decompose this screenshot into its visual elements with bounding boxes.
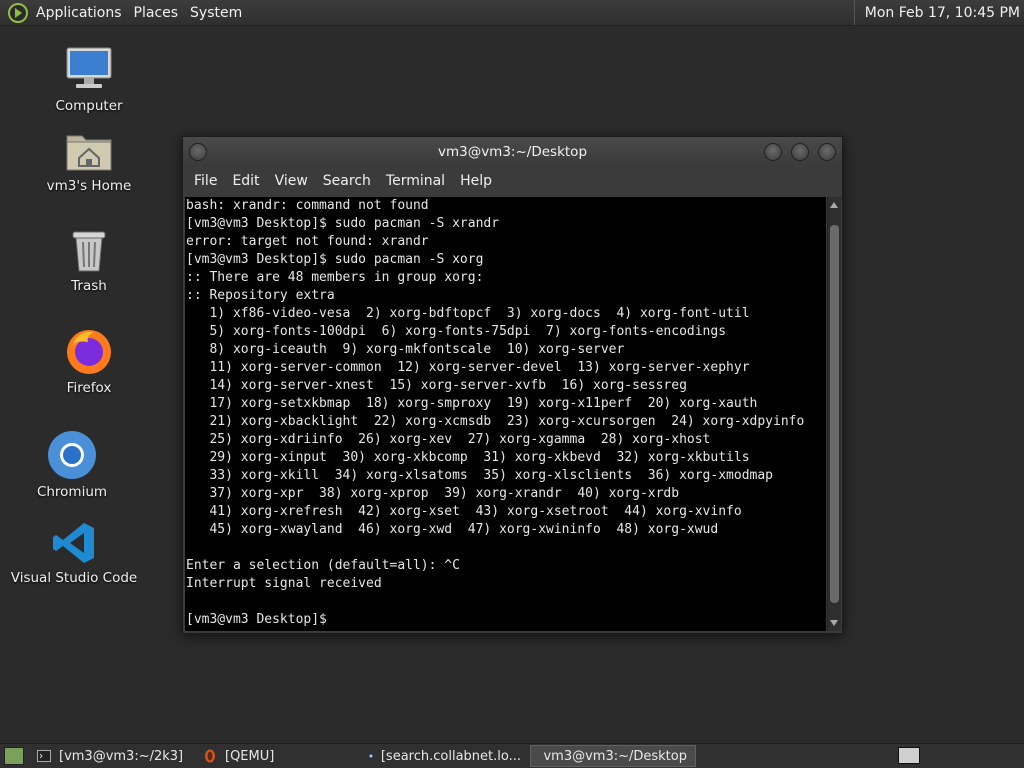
- menu-file[interactable]: File: [187, 173, 225, 189]
- terminal-line: bash: xrandr: command not found: [186, 198, 429, 213]
- terminal-line: 8) xorg-iceauth 9) xorg-mkfontscale 10) …: [186, 342, 625, 357]
- terminal-line: Enter a selection (default=all): ^C: [186, 558, 460, 573]
- desktop-icon-trash[interactable]: Trash: [24, 228, 154, 294]
- top-menu: Applications Places System: [30, 5, 248, 21]
- terminal-line: 29) xorg-xinput 30) xorg-xkbcomp 31) xor…: [186, 450, 750, 465]
- terminal-line: :: There are 48 members in group xorg:: [186, 270, 484, 285]
- menu-system[interactable]: System: [184, 5, 248, 21]
- terminal-line: [vm3@vm3 Desktop]$ sudo pacman -S xorg: [186, 252, 484, 267]
- window-menu-button[interactable]: [189, 143, 207, 161]
- chromium-icon: [369, 754, 373, 758]
- desktop-icon-computer[interactable]: Computer: [24, 44, 154, 114]
- menu-search[interactable]: Search: [316, 173, 379, 189]
- taskbar-item-label: [vm3@vm3:~/2k3]: [59, 748, 184, 764]
- terminal-scrollbar[interactable]: [827, 197, 841, 631]
- taskbar-item-terminal-2k3[interactable]: [vm3@vm3:~/2k3]: [32, 745, 198, 767]
- desktop-icon-label: Chromium: [36, 484, 108, 500]
- terminal-line: 5) xorg-fonts-100dpi 6) xorg-fonts-75dpi…: [186, 324, 727, 339]
- minimize-button[interactable]: [764, 143, 782, 161]
- terminal-line: Interrupt signal received: [186, 576, 382, 591]
- terminal-line: 11) xorg-server-common 12) xorg-server-d…: [186, 360, 750, 375]
- menu-edit[interactable]: Edit: [225, 173, 267, 189]
- scroll-up-arrow-icon[interactable]: [830, 202, 838, 208]
- terminal-line: 14) xorg-server-xnest 15) xorg-server-xv…: [186, 378, 687, 393]
- terminal-line: [vm3@vm3 Desktop]$ sudo pacman -S xrandr: [186, 216, 500, 231]
- terminal-menubar: File Edit View Search Terminal Help: [183, 167, 842, 195]
- terminal-line: 21) xorg-xbacklight 22) xorg-xcmsdb 23) …: [186, 414, 805, 429]
- taskbar-item-label: [search.collabnet.lo...: [380, 748, 521, 764]
- menu-help[interactable]: Help: [453, 173, 500, 189]
- desktop-icon-label: vm3's Home: [46, 178, 132, 194]
- chromium-icon: [48, 431, 96, 479]
- terminal-line: 25) xorg-xdriinfo 26) xorg-xev 27) xorg-…: [186, 432, 711, 447]
- terminal-line: 17) xorg-setxkbmap 18) xorg-smproxy 19) …: [186, 396, 758, 411]
- desktop-icon-label: Visual Studio Code: [10, 570, 138, 586]
- bottom-taskbar: [vm3@vm3:~/2k3] [QEMU] [search.collabnet…: [0, 743, 1024, 768]
- terminal-window[interactable]: vm3@vm3:~/Desktop File Edit View Search …: [182, 136, 843, 634]
- vscode-icon: [53, 523, 94, 563]
- distro-logo-icon[interactable]: [8, 2, 28, 23]
- firefox-icon: [67, 330, 111, 374]
- terminal-line: 45) xorg-xwayland 46) xorg-xwd 47) xorg-…: [186, 522, 719, 537]
- taskbar-item-terminal-desktop[interactable]: vm3@vm3:~/Desktop: [530, 745, 696, 767]
- desktop-icon-firefox[interactable]: Firefox: [24, 326, 154, 396]
- terminal-output[interactable]: bash: xrandr: command not found [vm3@vm3 …: [185, 197, 826, 631]
- scrollbar-thumb[interactable]: [830, 225, 839, 603]
- desktop-icon-label: Computer: [55, 98, 123, 114]
- desktop-icon-home[interactable]: vm3's Home: [24, 128, 154, 194]
- close-button[interactable]: [818, 143, 836, 161]
- terminal-line: [vm3@vm3 Desktop]$: [186, 612, 335, 627]
- taskbar-item-label: vm3@vm3:~/Desktop: [543, 748, 687, 764]
- window-title: vm3@vm3:~/Desktop: [437, 144, 588, 160]
- workspace-switcher[interactable]: [898, 747, 920, 764]
- desktop-icon-label: Trash: [71, 278, 107, 294]
- menu-terminal[interactable]: Terminal: [379, 173, 453, 189]
- terminal-line: 33) xorg-xkill 34) xorg-xlsatoms 35) xor…: [186, 468, 773, 483]
- desktop-icon-vscode[interactable]: Visual Studio Code: [9, 520, 139, 586]
- show-desktop-icon[interactable]: [4, 747, 24, 765]
- terminal-line: 1) xf86-video-vesa 2) xorg-bdftopcf 3) x…: [186, 306, 750, 321]
- window-titlebar[interactable]: vm3@vm3:~/Desktop: [183, 137, 842, 167]
- qemu-icon: [205, 749, 215, 763]
- top-panel: Applications Places System Mon Feb 17, 1…: [0, 0, 1024, 26]
- trash-icon: [72, 231, 106, 272]
- computer-icon: [66, 47, 112, 88]
- terminal-line: 41) xorg-xrefresh 42) xorg-xset 43) xorg…: [186, 504, 742, 519]
- maximize-button[interactable]: [791, 143, 809, 161]
- taskbar-item-chromium[interactable]: [search.collabnet.lo...: [364, 745, 530, 767]
- taskbar-item-qemu[interactable]: [QEMU]: [198, 745, 364, 767]
- taskbar-item-label: [QEMU]: [225, 748, 275, 764]
- menu-view[interactable]: View: [268, 173, 316, 189]
- terminal-line: :: Repository extra: [186, 288, 335, 303]
- terminal-icon: [37, 750, 51, 762]
- desktop-icon-label: Firefox: [66, 380, 112, 396]
- clock[interactable]: Mon Feb 17, 10:45 PM: [853, 0, 1024, 25]
- terminal-line: 37) xorg-xpr 38) xorg-xprop 39) xorg-xra…: [186, 486, 680, 501]
- menu-applications[interactable]: Applications: [30, 5, 128, 21]
- menu-places[interactable]: Places: [128, 5, 185, 21]
- scroll-down-arrow-icon[interactable]: [830, 620, 838, 626]
- desktop-icon-chromium[interactable]: Chromium: [7, 430, 137, 500]
- terminal-line: error: target not found: xrandr: [186, 234, 429, 249]
- home-folder-icon: [66, 135, 112, 171]
